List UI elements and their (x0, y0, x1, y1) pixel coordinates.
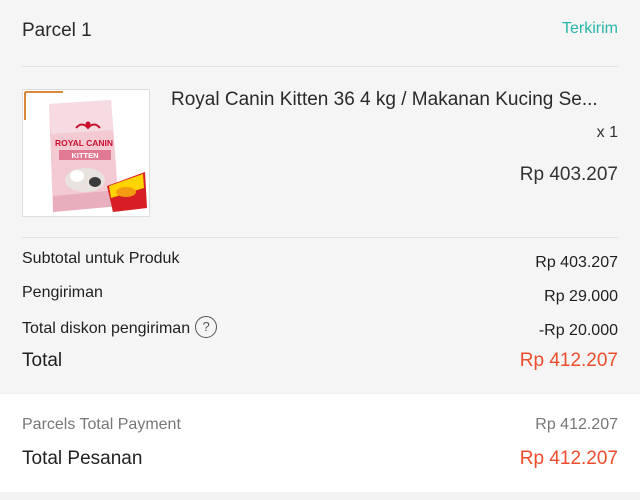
total-label: Total (22, 350, 63, 371)
payment-summary: Parcels Total Payment Rp 412.207 Total P… (0, 394, 640, 492)
product-item[interactable]: ROYAL CANIN KITTEN Royal Canin Kitten 36… (22, 67, 618, 238)
summary-row-subtotal: Subtotal untuk Produk Rp 403.207 (22, 248, 618, 282)
product-quantity: x 1 (596, 124, 618, 141)
help-icon[interactable]: ? (195, 316, 218, 338)
product-thumbnail[interactable]: ROYAL CANIN KITTEN (22, 89, 150, 217)
order-summary: Subtotal untuk Produk Rp 403.207 Pengiri… (22, 248, 618, 384)
parcels-total-payment-value: Rp 412.207 (535, 416, 618, 433)
total-value: Rp 412.207 (519, 350, 618, 371)
royal-canin-bag-image: ROYAL CANIN KITTEN (23, 90, 149, 216)
order-total-label: Total Pesanan (22, 448, 143, 469)
bag-brand-text: ROYAL CANIN (55, 138, 113, 148)
subtotal-label: Subtotal untuk Produk (22, 250, 180, 267)
product-name[interactable]: Royal Canin Kitten 36 4 kg / Makanan Kuc… (171, 89, 618, 111)
shipping-label: Pengiriman (22, 284, 103, 301)
subtotal-value: Rp 403.207 (535, 254, 618, 271)
parcel-title: Parcel 1 (22, 20, 92, 41)
shipping-discount-label-group: Total diskon pengiriman? (22, 316, 218, 340)
parcel-status: Terkirim (562, 20, 618, 37)
summary-row-shipping: Pengiriman Rp 29.000 (22, 282, 618, 316)
summary-row-shipping-discount: Total diskon pengiriman? -Rp 20.000 (22, 316, 618, 350)
parcels-total-payment-label: Parcels Total Payment (22, 416, 181, 433)
shipping-discount-label: Total diskon pengiriman (22, 320, 191, 338)
shipping-discount-value: -Rp 20.000 (538, 322, 618, 339)
summary-row-total: Total Rp 412.207 (22, 350, 618, 384)
order-total-value: Rp 412.207 (519, 448, 618, 469)
parcel-card: Parcel 1 Terkirim ROYAL CANIN KITTEN Roy… (0, 0, 640, 392)
parcel-header: Parcel 1 Terkirim (22, 0, 618, 67)
shipping-value: Rp 29.000 (544, 288, 618, 305)
product-price: Rp 403.207 (519, 164, 618, 185)
bag-variant-text: KITTEN (71, 151, 98, 160)
